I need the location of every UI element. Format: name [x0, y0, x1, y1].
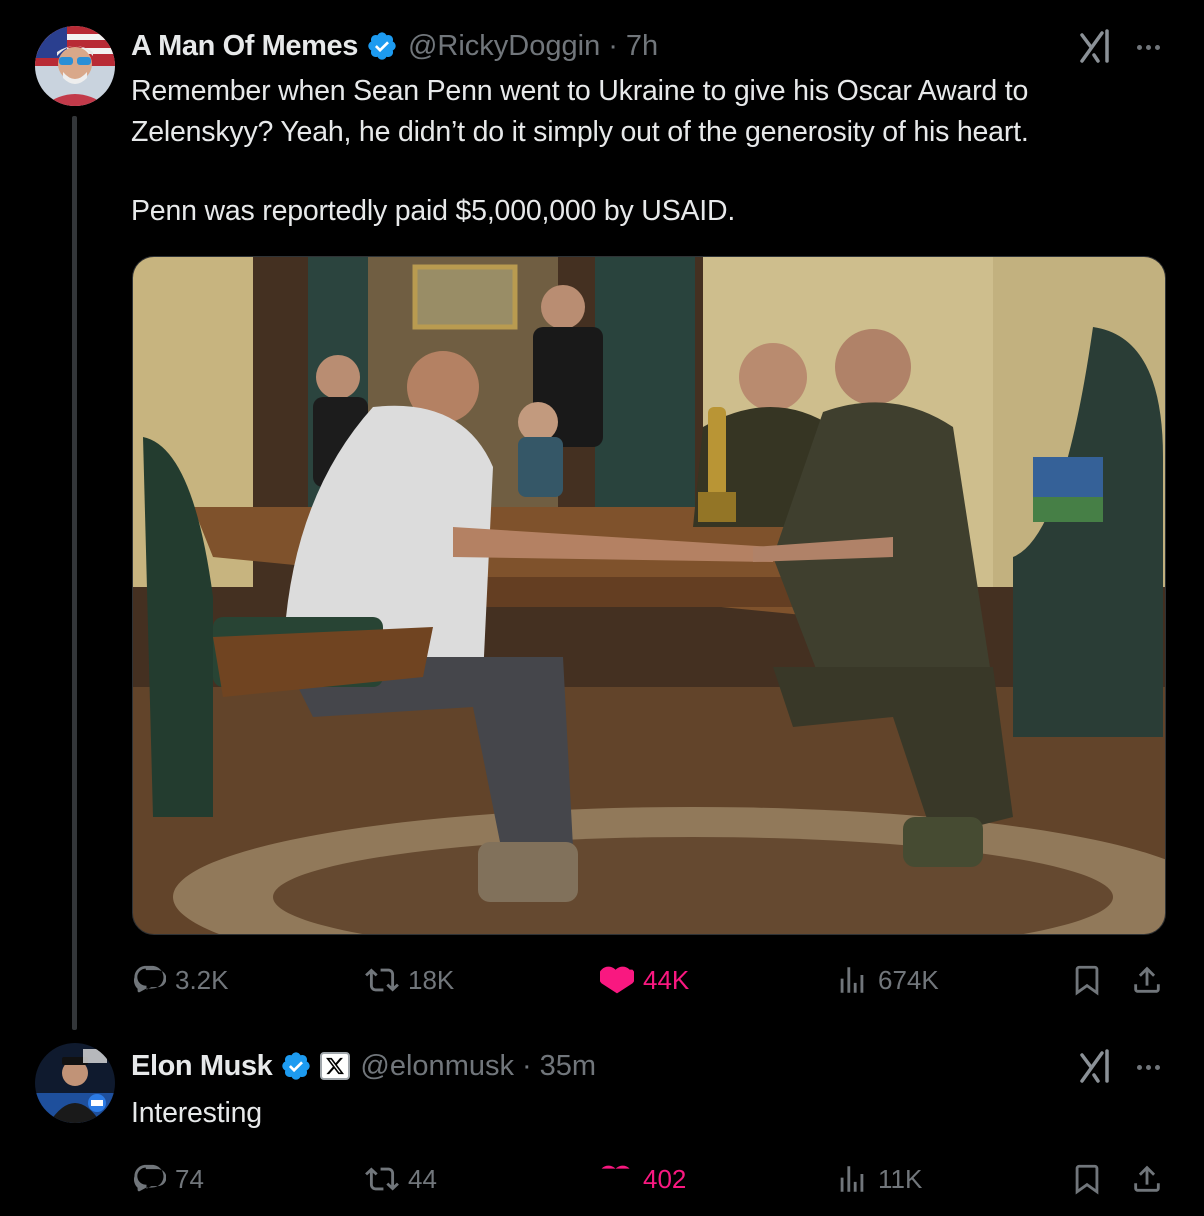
views-icon — [840, 1166, 864, 1192]
bookmark-button[interactable] — [1070, 1154, 1104, 1204]
more-icon[interactable] — [1130, 27, 1166, 67]
reply-actions: 74 44 402 11K — [0, 1154, 1204, 1204]
repost-button[interactable]: 18K — [365, 955, 454, 1005]
avatar-image — [35, 26, 115, 106]
repost-button[interactable]: 44 — [365, 1154, 437, 1204]
reply-tweet[interactable]: Elon Musk @elonmusk · 35m Interesting 74… — [0, 1030, 1204, 1216]
reply-author-avatar[interactable] — [35, 1043, 115, 1123]
tweet-text-line: Remember when Sean Penn went to Ukraine … — [131, 75, 1029, 107]
views-count: 11K — [878, 1163, 923, 1194]
like-button[interactable]: 44K — [600, 955, 689, 1005]
repost-icon — [365, 968, 399, 992]
like-icon — [600, 966, 634, 994]
reply-timestamp[interactable]: 35m — [540, 1050, 596, 1083]
reply-button[interactable]: 74 — [132, 1154, 204, 1204]
main-tweet[interactable]: A Man Of Memes @RickyDoggin · 7h Remembe… — [0, 0, 1204, 1030]
share-button[interactable] — [1130, 955, 1164, 1005]
reply-icon — [134, 965, 166, 993]
affiliation-badge-icon[interactable] — [320, 1052, 351, 1080]
reply-text: Interesting — [131, 1097, 262, 1129]
bookmark-icon — [1075, 1164, 1099, 1195]
bookmark-icon — [1075, 965, 1099, 996]
views-icon — [840, 967, 864, 993]
tweet-actions: 3.2K 18K 44K 674K — [0, 955, 1204, 1005]
thread-connector-line — [72, 116, 77, 1030]
views-button[interactable]: 674K — [835, 955, 939, 1005]
like-count: 44K — [643, 964, 690, 995]
reply-count: 3.2K — [175, 964, 229, 995]
tweet-header: A Man Of Memes @RickyDoggin · 7h — [131, 26, 658, 66]
verified-badge-icon[interactable] — [280, 1050, 312, 1082]
more-icon[interactable] — [1130, 1047, 1166, 1087]
grok-icon[interactable] — [1076, 1047, 1116, 1087]
reply-header: Elon Musk @elonmusk · 35m — [131, 1046, 596, 1086]
views-button[interactable]: 11K — [835, 1154, 922, 1204]
grok-icon[interactable] — [1076, 27, 1116, 67]
reply-author-name[interactable]: Elon Musk — [131, 1050, 273, 1083]
like-icon — [601, 1165, 630, 1169]
separator-dot: · — [608, 29, 618, 62]
repost-count: 44 — [408, 1163, 437, 1194]
like-button[interactable]: 402 — [600, 1154, 686, 1204]
photo-meeting-scene — [133, 257, 1165, 934]
share-icon — [1134, 1165, 1160, 1192]
share-button[interactable] — [1130, 1154, 1164, 1204]
tweet-timestamp[interactable]: 7h — [626, 30, 658, 63]
separator-dot: · — [521, 1049, 532, 1082]
x-logo-icon — [326, 1057, 345, 1075]
reply-count: 74 — [175, 1163, 204, 1194]
repost-count: 18K — [408, 964, 455, 995]
reply-author-handle[interactable]: @elonmusk — [360, 1050, 514, 1083]
avatar-image — [35, 1043, 115, 1123]
like-count: 402 — [643, 1163, 687, 1194]
author-handle[interactable]: @RickyDoggin — [408, 30, 600, 63]
reply-icon — [134, 1164, 166, 1192]
bookmark-button[interactable] — [1070, 955, 1104, 1005]
share-icon — [1134, 966, 1160, 993]
tweet-text-line: Zelenskyy? Yeah, he didn’t do it simply … — [131, 116, 1029, 148]
tweet-text-line: Penn was reportedly paid $5,000,000 by U… — [131, 195, 736, 227]
author-avatar[interactable] — [35, 26, 115, 106]
tweet-photo[interactable] — [132, 256, 1166, 935]
author-name[interactable]: A Man Of Memes — [131, 30, 358, 63]
views-count: 674K — [878, 964, 939, 995]
reply-button[interactable]: 3.2K — [132, 955, 229, 1005]
verified-badge-icon[interactable] — [366, 30, 398, 62]
repost-icon — [365, 1167, 399, 1191]
